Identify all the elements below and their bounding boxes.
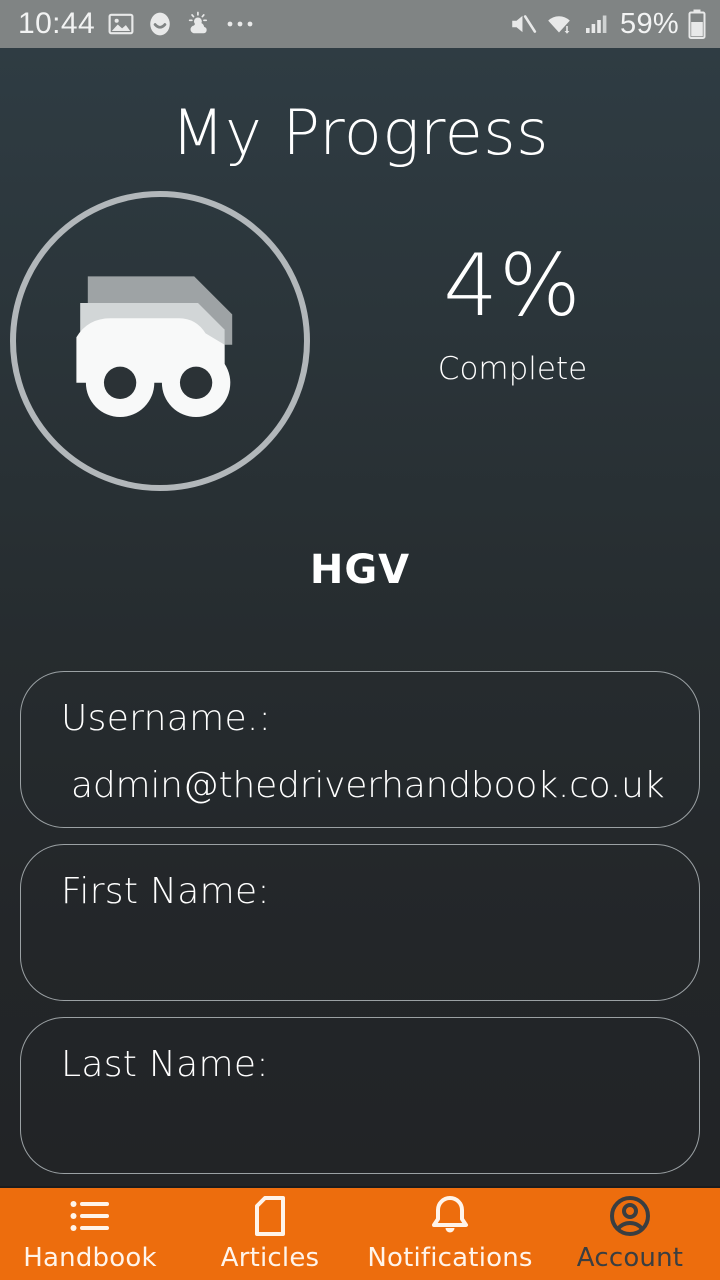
tab-articles-label: Articles bbox=[220, 1243, 320, 1273]
tab-account[interactable]: Account bbox=[540, 1188, 720, 1280]
status-time: 10:44 bbox=[18, 7, 96, 40]
signal-icon bbox=[585, 11, 611, 37]
overflow-dots-icon bbox=[225, 18, 255, 30]
tab-notifications-label: Notifications bbox=[367, 1243, 533, 1273]
progress-percent-value: 4% bbox=[443, 236, 582, 336]
truck-icon bbox=[65, 246, 255, 436]
tab-handbook[interactable]: Handbook bbox=[0, 1188, 180, 1280]
battery-icon bbox=[688, 9, 706, 39]
battery-percent-label: 59% bbox=[620, 7, 679, 40]
progress-badge bbox=[10, 191, 310, 491]
username-field[interactable]: Username.: admin@thedriverhandbook.co.uk bbox=[20, 671, 700, 828]
tab-account-label: Account bbox=[576, 1243, 684, 1273]
username-value[interactable]: admin@thedriverhandbook.co.uk bbox=[61, 765, 665, 807]
first-name-field[interactable]: First Name: bbox=[20, 844, 700, 1001]
username-label: Username.: bbox=[61, 698, 272, 739]
page-title: My Progress bbox=[171, 96, 549, 169]
last-name-field[interactable]: Last Name: bbox=[20, 1017, 700, 1174]
status-bar-right: 59% bbox=[509, 8, 706, 41]
bell-icon bbox=[430, 1195, 470, 1237]
tab-handbook-label: Handbook bbox=[23, 1243, 157, 1273]
first-name-label: First Name: bbox=[61, 871, 270, 912]
status-bar-left: 10:44 bbox=[18, 7, 255, 41]
progress-percent-label: Complete bbox=[437, 351, 588, 387]
progress-section: 4% Complete bbox=[0, 181, 720, 501]
mute-icon bbox=[509, 11, 537, 37]
wifi-icon bbox=[546, 11, 576, 37]
last-name-label: Last Name: bbox=[61, 1044, 269, 1085]
last-name-value[interactable] bbox=[61, 1111, 659, 1153]
image-icon bbox=[108, 11, 134, 37]
app-screen: My Progress 4% Complete HGV Username.: a… bbox=[0, 48, 720, 1280]
status-bar: 10:44 59% bbox=[0, 0, 720, 48]
list-icon bbox=[69, 1195, 111, 1237]
account-circle-icon bbox=[609, 1195, 651, 1237]
first-name-value[interactable] bbox=[61, 938, 659, 980]
tab-articles[interactable]: Articles bbox=[180, 1188, 360, 1280]
document-icon bbox=[254, 1195, 286, 1237]
licence-category-label: HGV bbox=[309, 547, 411, 593]
account-form: Username.: admin@thedriverhandbook.co.uk… bbox=[0, 671, 720, 1174]
progress-percent-block: 4% Complete bbox=[400, 243, 625, 387]
weather-icon bbox=[186, 11, 212, 37]
tab-notifications[interactable]: Notifications bbox=[360, 1188, 540, 1280]
bottom-tab-bar: Handbook Articles Notifications Account bbox=[0, 1186, 720, 1280]
smiley-icon bbox=[147, 11, 173, 37]
